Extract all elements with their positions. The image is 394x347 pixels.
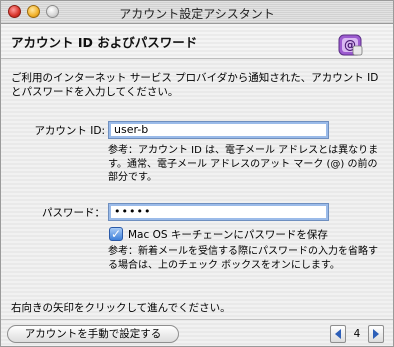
back-arrow-icon xyxy=(335,329,341,339)
save-password-hint: 参考：新着メールを受信する際にパスワードの入力を省略する場合は、上のチェック ボ… xyxy=(108,246,378,271)
forward-button[interactable] xyxy=(368,325,384,343)
page-navigator: 4 xyxy=(330,325,386,343)
page-title: アカウント ID およびパスワード xyxy=(11,35,198,50)
save-password-label: Mac OS キーチェーンにパスワードを保存 xyxy=(128,229,328,241)
header-band: アカウント ID およびパスワード @ xyxy=(1,24,393,59)
window-title: アカウント設定アシスタント xyxy=(119,7,275,21)
account-id-field[interactable]: user-b xyxy=(108,121,329,139)
intro-text: ご利用のインターネット サービス プロバイダから通知された、アカウント ID と… xyxy=(11,72,379,98)
account-id-label: アカウント ID: xyxy=(34,125,105,137)
mail-app-icon: @ xyxy=(338,34,363,56)
assistant-window: アカウント設定アシスタント アカウント ID およびパスワード @ ご利用のイン… xyxy=(0,0,394,347)
title-bar: アカウント設定アシスタント xyxy=(1,1,393,24)
forward-arrow-icon xyxy=(373,329,379,339)
account-id-hint: 参考：アカウント ID は、電子メール アドレスとは異なります。通常、電子メール… xyxy=(108,145,379,183)
password-label: パスワード： xyxy=(42,207,105,219)
password-field[interactable]: ••••• xyxy=(108,203,329,221)
page-number: 4 xyxy=(353,328,361,340)
back-button[interactable] xyxy=(330,325,346,343)
save-password-checkbox[interactable]: ✓ xyxy=(109,227,123,241)
footer-divider xyxy=(1,319,393,320)
footer-instruction: 右向きの矢印をクリックして進んでください。 xyxy=(11,302,231,314)
manual-setup-button[interactable]: アカウントを手動で設定する xyxy=(7,325,179,343)
